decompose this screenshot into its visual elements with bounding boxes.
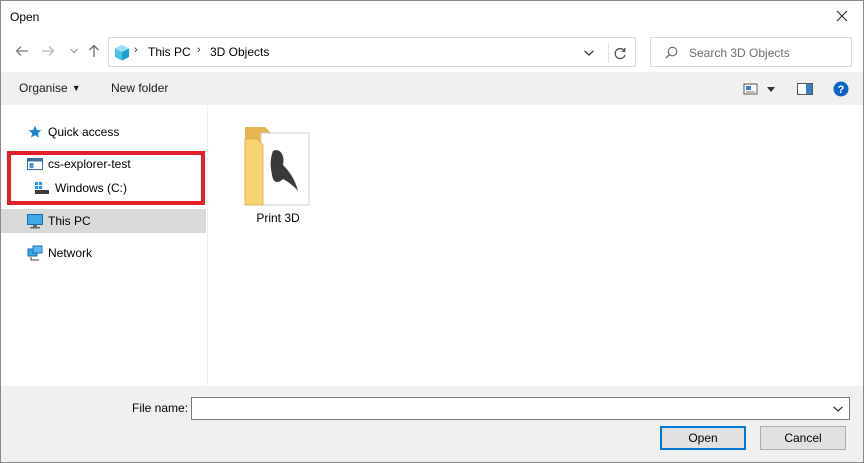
recent-locations-button[interactable] [65, 41, 83, 61]
title-bar: Open [1, 1, 863, 32]
open-dialog: Open › This PC › 3D Objects Search 3D Ob… [0, 0, 864, 463]
window-icon [26, 155, 44, 173]
refresh-button[interactable] [608, 43, 632, 63]
cancel-button[interactable]: Cancel [760, 426, 846, 450]
navigation-bar: › This PC › 3D Objects [1, 34, 863, 70]
close-button[interactable] [829, 5, 855, 27]
preview-pane-icon [797, 83, 813, 95]
help-icon: ? [833, 81, 849, 97]
back-button[interactable] [13, 41, 31, 61]
breadcrumb-3d-objects[interactable]: 3D Objects [210, 45, 269, 59]
chevron-down-icon [584, 50, 594, 56]
search-box[interactable] [650, 37, 852, 67]
close-icon [836, 10, 848, 22]
folder-item-print-3d[interactable]: Print 3D [231, 115, 325, 230]
open-button[interactable]: Open [660, 426, 746, 450]
command-bar: Organise ▼ New folder ? [1, 72, 863, 105]
file-name-label: File name: [132, 401, 189, 415]
sidebar-item-network[interactable]: Network [1, 241, 206, 265]
forward-button[interactable] [39, 41, 57, 61]
back-arrow-icon [15, 46, 28, 56]
new-folder-button[interactable]: New folder [111, 81, 168, 95]
svg-text:?: ? [838, 84, 845, 96]
3d-objects-icon [113, 44, 131, 65]
sidebar-item-label: Windows (C:) [55, 181, 128, 195]
organise-button[interactable]: Organise ▼ [19, 81, 81, 95]
organise-label: Organise [19, 81, 68, 95]
change-view-button[interactable] [743, 80, 775, 98]
navigation-pane: Quick access cs-explorer-test Windows (C… [1, 105, 208, 386]
drive-icon [33, 179, 51, 197]
file-name-combobox[interactable] [191, 397, 850, 420]
address-bar[interactable]: › This PC › 3D Objects [108, 37, 636, 67]
refresh-icon [614, 47, 626, 59]
file-name-input[interactable] [196, 401, 816, 417]
sidebar-item-label: Quick access [48, 125, 120, 139]
up-button[interactable] [85, 41, 103, 61]
sidebar-item-cs-explorer-test[interactable]: cs-explorer-test [1, 152, 206, 176]
up-arrow-icon [89, 44, 99, 57]
sidebar-item-windows-c[interactable]: Windows (C:) [1, 176, 206, 200]
dialog-footer: File name: Open Cancel [1, 386, 863, 462]
sidebar-item-label: Network [48, 246, 93, 260]
file-list: Print 3D [209, 105, 863, 386]
forward-arrow-icon [42, 46, 55, 56]
breadcrumb-separator: › [197, 44, 201, 56]
caret-down-icon [767, 86, 775, 92]
breadcrumb-this-pc[interactable]: This PC [148, 45, 191, 59]
monitor-icon [26, 212, 44, 230]
folder-item-label: Print 3D [256, 211, 300, 225]
window-title: Open [10, 10, 40, 24]
folder-icon [243, 121, 313, 210]
sidebar-item-label: cs-explorer-test [48, 157, 131, 171]
sidebar-item-label: This PC [48, 214, 91, 228]
preview-pane-button[interactable] [797, 80, 813, 98]
recent-chevron-icon [70, 48, 78, 54]
address-dropdown-button[interactable] [579, 44, 599, 62]
sidebar-item-this-pc[interactable]: This PC [1, 209, 206, 233]
help-button[interactable]: ? [833, 80, 849, 98]
caret-down-icon: ▼ [71, 83, 81, 93]
search-input[interactable] [689, 44, 839, 62]
search-icon [665, 46, 678, 62]
chevron-down-icon [833, 406, 843, 412]
file-name-dropdown-button[interactable] [831, 402, 845, 416]
network-icon [26, 244, 44, 262]
view-icon [743, 83, 758, 95]
breadcrumb-separator: › [134, 44, 138, 56]
sidebar-item-quick-access[interactable]: Quick access [1, 120, 206, 144]
star-icon [26, 123, 44, 141]
